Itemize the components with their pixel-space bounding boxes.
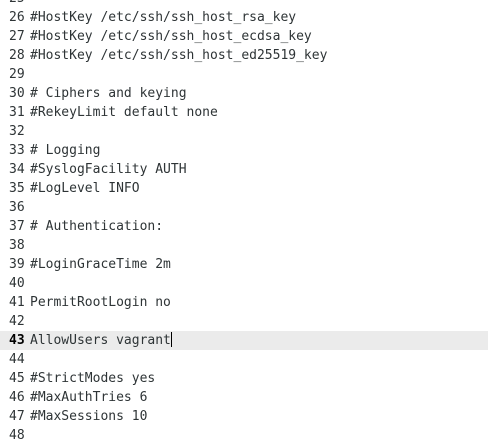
line-number: 26 bbox=[9, 10, 25, 25]
line-text[interactable]: #LogLevel INFO bbox=[30, 179, 140, 198]
editor-line[interactable]: 46 #MaxAuthTries 6 bbox=[0, 388, 488, 407]
editor-line[interactable]: 36 bbox=[0, 198, 488, 217]
editor-line[interactable]: 41 PermitRootLogin no bbox=[0, 293, 488, 312]
line-text[interactable]: #RekeyLimit default none bbox=[30, 103, 218, 122]
line-text[interactable]: # Ciphers and keying bbox=[30, 84, 187, 103]
line-number: 29 bbox=[9, 67, 25, 82]
line-number: 46 bbox=[9, 390, 25, 405]
line-number: 28 bbox=[9, 48, 25, 63]
editor-line[interactable]: 45 #StrictModes yes bbox=[0, 369, 488, 388]
current-line-content[interactable]: AllowUsers vagrant bbox=[30, 331, 172, 350]
line-number: 33 bbox=[9, 143, 25, 158]
current-line-number: 43 bbox=[9, 333, 25, 348]
line-text[interactable]: #HostKey /etc/ssh/ssh_host_ecdsa_key bbox=[30, 27, 312, 46]
line-number: 39 bbox=[9, 257, 25, 272]
line-number: 32 bbox=[9, 124, 25, 139]
line-text[interactable]: #MaxSessions 10 bbox=[30, 407, 147, 426]
line-text[interactable]: AllowUsers vagrant bbox=[30, 333, 171, 348]
line-number: 48 bbox=[9, 428, 25, 443]
line-number: 35 bbox=[9, 181, 25, 196]
line-number: 38 bbox=[9, 238, 25, 253]
line-text[interactable]: PermitRootLogin no bbox=[30, 293, 171, 312]
text-cursor bbox=[170, 332, 172, 347]
line-text[interactable]: # Authentication: bbox=[30, 217, 163, 236]
line-number: 47 bbox=[9, 409, 25, 424]
editor-line[interactable]: 47 #MaxSessions 10 bbox=[0, 407, 488, 426]
line-number: 27 bbox=[9, 29, 25, 44]
line-number: 31 bbox=[9, 105, 25, 120]
editor-line[interactable]: 29 bbox=[0, 65, 488, 84]
editor-line[interactable]: 44 bbox=[0, 350, 488, 369]
editor-line[interactable]: 33 # Logging bbox=[0, 141, 488, 160]
line-number: 40 bbox=[9, 276, 25, 291]
line-number: 41 bbox=[9, 295, 25, 310]
line-text[interactable]: # Logging bbox=[30, 141, 100, 160]
editor-line[interactable]: 27 #HostKey /etc/ssh/ssh_host_ecdsa_key bbox=[0, 27, 488, 46]
editor-line[interactable]: 39 #LoginGraceTime 2m bbox=[0, 255, 488, 274]
line-number: 45 bbox=[9, 371, 25, 386]
editor-line[interactable]: 26 #HostKey /etc/ssh/ssh_host_rsa_key bbox=[0, 8, 488, 27]
editor-line[interactable]: 35 #LogLevel INFO bbox=[0, 179, 488, 198]
editor-line[interactable]: 31 #RekeyLimit default none bbox=[0, 103, 488, 122]
editor-line[interactable]: 34 #SyslogFacility AUTH bbox=[0, 160, 488, 179]
editor-line[interactable]: 30 # Ciphers and keying bbox=[0, 84, 488, 103]
line-number: 30 bbox=[9, 86, 25, 101]
editor-line[interactable]: 48 bbox=[0, 426, 488, 445]
line-number: 42 bbox=[9, 314, 25, 329]
line-number: 25 bbox=[9, 0, 27, 8]
line-text[interactable]: #LoginGraceTime 2m bbox=[30, 255, 171, 274]
line-text[interactable]: #MaxAuthTries 6 bbox=[30, 388, 147, 407]
line-number: 34 bbox=[9, 162, 25, 177]
editor-line[interactable]: 40 bbox=[0, 274, 488, 293]
text-editor[interactable]: 25 26#HostKey /etc/ssh/ssh_host_rsa_key … bbox=[0, 0, 488, 445]
line-text[interactable]: #StrictModes yes bbox=[30, 369, 155, 388]
line-text[interactable]: #HostKey /etc/ssh/ssh_host_ed25519_key bbox=[30, 46, 327, 65]
line-number: 37 bbox=[9, 219, 25, 234]
line-number: 36 bbox=[9, 200, 25, 215]
editor-line[interactable]: 28 #HostKey /etc/ssh/ssh_host_ed25519_key bbox=[0, 46, 488, 65]
line-text[interactable]: #HostKey /etc/ssh/ssh_host_rsa_key bbox=[30, 8, 296, 27]
current-line[interactable]: 43 AllowUsers vagrant bbox=[0, 331, 488, 350]
editor-line[interactable]: 42 bbox=[0, 312, 488, 331]
editor-line[interactable]: 32 bbox=[0, 122, 488, 141]
editor-line[interactable]: 37 # Authentication: bbox=[0, 217, 488, 236]
line-number: 44 bbox=[9, 352, 25, 367]
line-text[interactable]: #SyslogFacility AUTH bbox=[30, 160, 187, 179]
editor-line[interactable]: 38 bbox=[0, 236, 488, 255]
editor-line[interactable]: 25 bbox=[0, 0, 488, 8]
